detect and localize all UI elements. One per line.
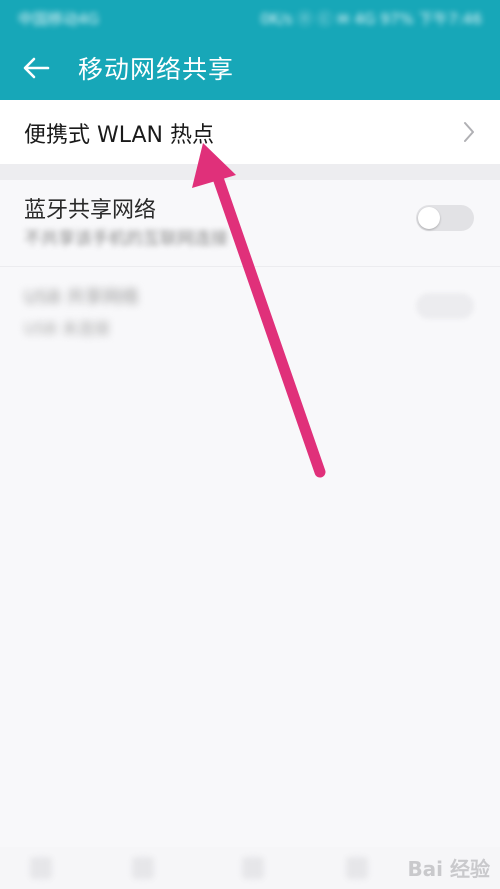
nav-menu-icon[interactable] (346, 857, 368, 879)
status-bar: 中国移动4G 0K/s ⓝ ⓒ ✉ 4G 97% 下午7:46 (0, 0, 500, 36)
page-title: 移动网络共享 (78, 55, 235, 84)
nav-home-icon[interactable] (132, 857, 154, 879)
usb-tethering-toggle[interactable] (416, 293, 474, 319)
bluetooth-tethering-toggle[interactable] (416, 205, 474, 231)
wlan-hotspot-label: 便携式 WLAN 热点 (24, 123, 215, 148)
toggle-knob (418, 207, 440, 229)
status-icons-text: 0K/s ⓝ ⓒ ✉ 4G 97% 下午7:46 (260, 10, 482, 28)
bluetooth-tethering-row[interactable]: 蓝牙共享网络 不共享该手机的互联网连接 (0, 180, 500, 266)
usb-tethering-label: USB 共享网络 (24, 287, 139, 308)
nav-recent-icon[interactable] (242, 857, 264, 879)
usb-tethering-subtitle: USB 未连接 (24, 319, 110, 338)
carrier-text: 中国移动4G (18, 10, 100, 28)
usb-tethering-row[interactable]: USB 共享网络 USB 未连接 (0, 266, 500, 362)
watermark: Bai 经验 (407, 857, 490, 881)
bluetooth-tethering-subtitle: 不共享该手机的互联网连接 (24, 229, 228, 249)
empty-content-area (0, 362, 500, 847)
nav-back-icon[interactable] (30, 857, 52, 879)
app-bar: 移动网络共享 (0, 36, 500, 100)
back-arrow-icon[interactable] (20, 52, 52, 84)
section-divider (0, 164, 500, 180)
wlan-hotspot-row[interactable]: 便携式 WLAN 热点 (0, 100, 500, 164)
system-nav-bar: Bai 经验 (0, 847, 500, 889)
bluetooth-tethering-label: 蓝牙共享网络 (24, 198, 157, 223)
chevron-right-icon (464, 122, 474, 142)
